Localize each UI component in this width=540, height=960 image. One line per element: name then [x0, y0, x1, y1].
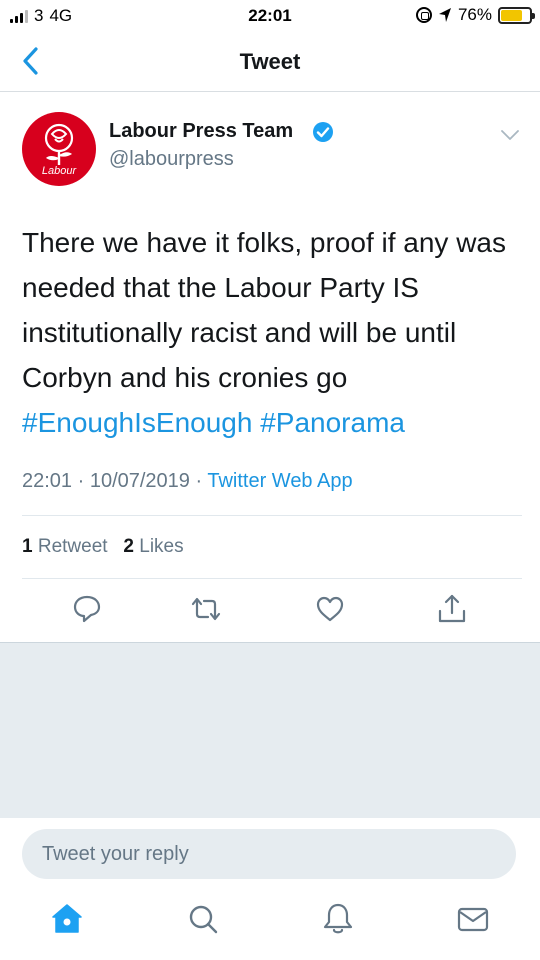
hashtag-line: #EnoughIsEnough #Panorama: [22, 400, 522, 445]
battery-icon: [498, 6, 535, 24]
rotation-lock-icon: [415, 7, 432, 23]
author-handle[interactable]: @labourpress: [109, 148, 234, 171]
hashtag-link[interactable]: #EnoughIsEnough: [22, 407, 252, 438]
likes-stat[interactable]: 2 Likes: [123, 536, 183, 557]
retweets-stat[interactable]: 1 Retweet: [22, 536, 108, 557]
avatar[interactable]: Labour: [22, 112, 96, 186]
like-icon[interactable]: [313, 592, 347, 626]
tweet-text: There we have it folks, proof if any was…: [22, 220, 522, 445]
nav-header: Tweet: [0, 32, 540, 92]
like-label: Likes: [139, 536, 184, 557]
author-name[interactable]: Labour Press Team: [109, 120, 293, 143]
status-bar: 3 4G 22:01 76%: [0, 0, 540, 32]
tweet-timestamp: 22:01 · 10/07/2019 ·: [22, 470, 203, 492]
replies-area: [0, 642, 540, 818]
status-right: 76%: [415, 5, 535, 25]
tweet-text-line: Corbyn and his cronies go: [22, 362, 348, 393]
avatar-label: Labour: [41, 165, 77, 177]
location-icon: [438, 8, 451, 22]
page-title: Tweet: [239, 49, 301, 74]
tweet-stats: 1 Retweet 2 Likes: [22, 536, 184, 558]
chevron-down-icon[interactable]: [500, 128, 520, 142]
verified-badge-icon: [313, 122, 333, 142]
tweet-text-line: There we have it folks, proof if any was: [22, 227, 506, 258]
search-icon[interactable]: [186, 902, 220, 936]
notifications-icon[interactable]: [321, 902, 355, 936]
retweet-label: Retweet: [37, 536, 108, 557]
battery-percent: 76%: [457, 5, 492, 24]
retweet-icon[interactable]: [189, 592, 223, 626]
messages-icon[interactable]: [456, 902, 490, 936]
tweet-actions: [0, 592, 540, 632]
tweet-meta: 22:01 · 10/07/2019 · Twitter Web App: [22, 470, 353, 493]
tweet-text-line: needed that the Labour Party IS: [22, 272, 419, 303]
hashtag-link[interactable]: #Panorama: [260, 407, 405, 438]
like-count: 2: [123, 536, 134, 557]
tab-bar: [0, 890, 540, 960]
tweet-text-line: institutionally racist and will be until: [22, 317, 457, 348]
battery-fill: [501, 9, 523, 21]
retweet-count: 1: [22, 536, 33, 557]
divider: [22, 578, 522, 579]
home-icon[interactable]: [50, 902, 84, 936]
reply-icon[interactable]: [70, 592, 104, 626]
tweet-source-link[interactable]: Twitter Web App: [207, 470, 352, 492]
share-icon[interactable]: [435, 592, 469, 626]
divider: [22, 515, 522, 516]
reply-input[interactable]: Tweet your reply: [22, 829, 516, 879]
